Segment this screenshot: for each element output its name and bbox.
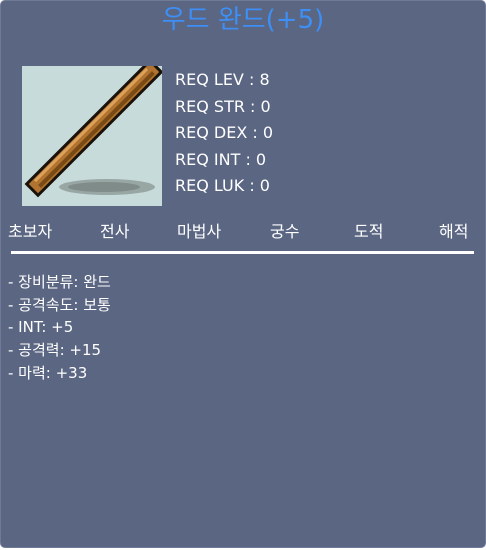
- job-warrior: 전사: [100, 222, 130, 241]
- stats-list: - 장비분류: 완드 - 공격속도: 보통 - INT: +5 - 공격력: +…: [8, 271, 111, 384]
- wand-wood: [28, 66, 160, 194]
- stat-attack-speed: - 공격속도: 보통: [8, 295, 111, 314]
- stat-attack: - 공격력: +15: [8, 341, 102, 360]
- item-tooltip: 우드 완드(+5) REQ LEV : 8 REQ STR : 0 REQ DE…: [0, 0, 486, 548]
- req-int: REQ INT : 0: [175, 149, 267, 169]
- wand-shadow-inner: [68, 182, 140, 192]
- req-luk: REQ LUK : 0: [175, 176, 270, 195]
- job-magician: 마법사: [177, 222, 222, 241]
- item-image-box: [22, 66, 162, 206]
- divider: [11, 251, 474, 254]
- job-thief: 도적: [354, 222, 384, 241]
- req-level: REQ LEV : 8: [175, 70, 270, 89]
- stat-category: - 장비분류: 완드: [8, 273, 111, 291]
- item-title: 우드 완드(+5): [161, 5, 325, 35]
- wand-grain: [38, 71, 155, 188]
- job-bowman: 궁수: [270, 222, 300, 241]
- wand-highlight: [33, 67, 149, 183]
- job-pirate: 해적: [439, 222, 469, 241]
- job-list: 초보자 전사 마법사 궁수 도적 해적: [1, 220, 485, 246]
- stat-magic: - 마력: +33: [8, 363, 88, 382]
- requirements-list: REQ LEV : 8 REQ STR : 0 REQ DEX : 0 REQ …: [175, 67, 273, 200]
- stat-int: - INT: +5: [8, 318, 74, 337]
- wooden-wand-icon: [24, 66, 162, 198]
- job-beginner: 초보자: [8, 222, 53, 241]
- req-dex: REQ DEX : 0: [175, 123, 274, 142]
- req-str: REQ STR : 0: [175, 96, 271, 116]
